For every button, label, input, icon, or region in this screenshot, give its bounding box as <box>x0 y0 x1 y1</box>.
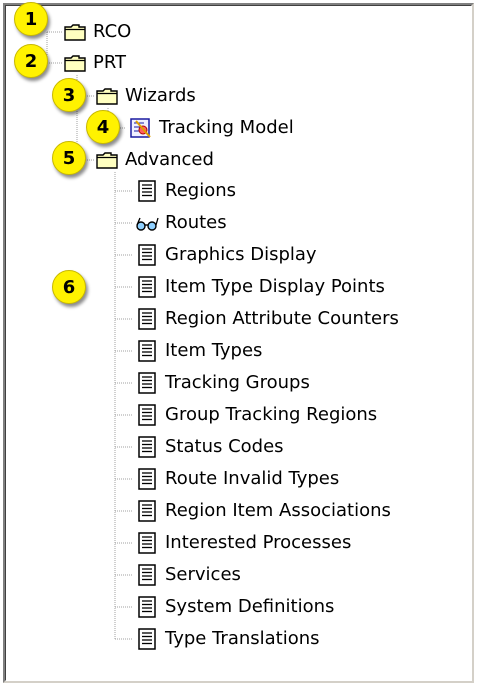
tree-node-prt[interactable]: PRT <box>63 50 126 76</box>
document-icon <box>135 276 159 298</box>
document-icon <box>135 436 159 458</box>
document-icon <box>135 372 159 394</box>
callout-badge-6: 6 <box>52 270 86 304</box>
tree-node-regions[interactable]: Regions <box>135 178 236 204</box>
tree-node-tracking-model[interactable]: Tracking Model <box>129 115 294 141</box>
tree-node-label: Region Item Associations <box>165 500 391 521</box>
tree-node-graphics-display[interactable]: Graphics Display <box>135 242 317 268</box>
tree-node-system-definitions[interactable]: System Definitions <box>135 594 334 620</box>
tree-node-label: Route Invalid Types <box>165 468 340 489</box>
tree-node-route-invalid-types[interactable]: Route Invalid Types <box>135 466 339 492</box>
document-icon <box>135 244 159 266</box>
tree-node-label: Item Type Display Points <box>165 276 385 297</box>
document-icon <box>135 404 159 426</box>
tree-node-label: Interested Processes <box>165 532 352 553</box>
tree-node-label: Region Attribute Counters <box>165 308 399 329</box>
document-icon <box>135 532 159 554</box>
tree-node-label: Item Types <box>165 340 263 361</box>
tree-node-advanced[interactable]: Advanced <box>95 147 214 173</box>
tree-node-label: Wizards <box>125 85 196 106</box>
wizard-icon <box>129 117 153 139</box>
tree-node-routes[interactable]: Routes <box>135 210 227 236</box>
folder-icon <box>95 149 119 171</box>
callout-badge-2: 2 <box>14 44 48 78</box>
tree-node-item-types[interactable]: Item Types <box>135 338 262 364</box>
document-icon <box>135 500 159 522</box>
tree-node-interested-processes[interactable]: Interested Processes <box>135 530 351 556</box>
tree-node-label: Type Translations <box>165 628 320 649</box>
tree-node-region-item-associations[interactable]: Region Item Associations <box>135 498 391 524</box>
tree-node-services[interactable]: Services <box>135 562 241 588</box>
document-icon <box>135 340 159 362</box>
tree-node-label: Tracking Groups <box>165 372 310 393</box>
tree-node-label: Graphics Display <box>165 244 317 265</box>
tree-node-item-type-display-points[interactable]: Item Type Display Points <box>135 274 385 300</box>
document-icon <box>135 596 159 618</box>
tree-node-label: PRT <box>93 52 127 73</box>
callout-badge-5: 5 <box>52 141 86 175</box>
document-icon <box>135 180 159 202</box>
tree-node-rco[interactable]: RCO <box>63 19 131 45</box>
callout-badge-1: 1 <box>14 2 48 36</box>
document-icon <box>135 308 159 330</box>
tree-node-group-tracking-regions[interactable]: Group Tracking Regions <box>135 402 377 428</box>
folder-icon <box>63 21 87 43</box>
tree-node-label: System Definitions <box>165 596 335 617</box>
tree-node-label: Regions <box>165 180 236 201</box>
tree-node-label: Advanced <box>125 149 214 170</box>
tree-node-tracking-groups[interactable]: Tracking Groups <box>135 370 310 396</box>
folder-icon <box>63 52 87 74</box>
document-icon <box>135 468 159 490</box>
tree-node-label: Tracking Model <box>159 117 294 138</box>
tree-node-wizards[interactable]: Wizards <box>95 83 196 109</box>
callout-badge-3: 3 <box>52 78 86 112</box>
tree-node-label: RCO <box>93 21 132 42</box>
tree-node-label: Status Codes <box>165 436 284 457</box>
tree-node-label: Services <box>165 564 241 585</box>
tree-node-type-translations[interactable]: Type Translations <box>135 626 320 652</box>
document-icon <box>135 564 159 586</box>
tree-node-region-attribute-counters[interactable]: Region Attribute Counters <box>135 306 399 332</box>
document-icon <box>135 628 159 650</box>
folder-icon <box>95 85 119 107</box>
tree-node-label: Routes <box>165 212 227 233</box>
glasses-icon <box>135 212 159 234</box>
callout-badge-4: 4 <box>86 110 120 144</box>
tree-node-label: Group Tracking Regions <box>165 404 378 425</box>
tree-node-status-codes[interactable]: Status Codes <box>135 434 284 460</box>
